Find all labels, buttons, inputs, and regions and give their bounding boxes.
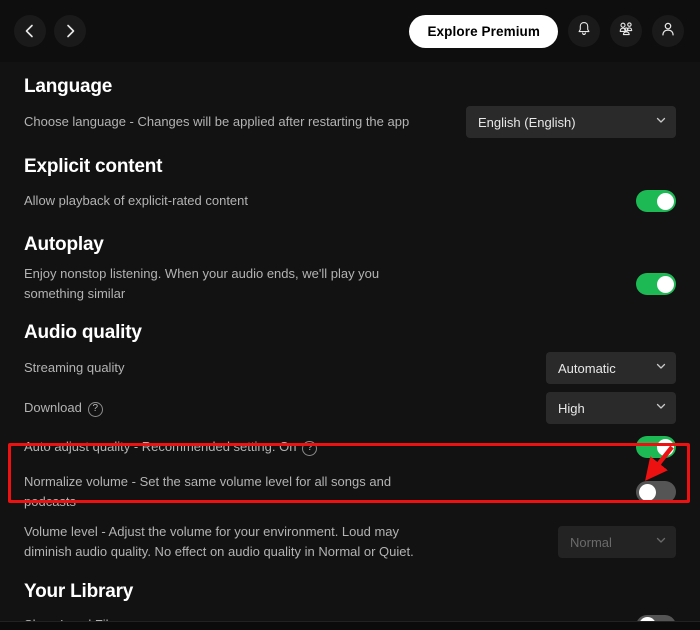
section-title-explicit-content: Explicit content <box>24 156 163 177</box>
setting-row-choose-language: Choose language - Changes will be applie… <box>24 102 676 142</box>
help-icon[interactable]: ? <box>302 440 318 456</box>
section-title-autoplay: Autoplay <box>24 234 104 255</box>
explore-premium-button[interactable]: Explore Premium <box>409 14 558 48</box>
history-nav-group <box>14 15 86 47</box>
toggle-knob <box>638 483 656 501</box>
bell-icon <box>576 21 592 42</box>
settings-content: Language Choose language - Changes will … <box>0 76 700 630</box>
friend-activity-button[interactable] <box>610 15 642 47</box>
profile-button[interactable] <box>652 15 684 47</box>
section-title-language: Language <box>24 76 113 97</box>
volume-level-label: Volume level - Adjust the volume for you… <box>24 524 414 560</box>
language-select-wrapper[interactable]: English (English) <box>466 106 676 138</box>
choose-language-label: Choose language - Changes will be applie… <box>24 113 410 129</box>
forward-button[interactable] <box>54 15 86 47</box>
topbar-actions: Explore Premium <box>409 14 684 48</box>
download-quality-select-wrapper[interactable]: High <box>546 392 676 425</box>
normalize-volume-label: Normalize volume - Set the same volume l… <box>24 474 392 510</box>
streaming-quality-select[interactable]: Automatic <box>546 352 676 385</box>
allow-explicit-label: Allow playback of explicit-rated content <box>24 192 249 208</box>
help-icon[interactable]: ? <box>87 401 103 417</box>
user-avatar-icon <box>660 21 676 42</box>
setting-row-auto-adjust-quality: Auto adjust quality - Recommended settin… <box>24 428 676 466</box>
setting-row-streaming-quality: Streaming quality Automatic <box>24 348 676 388</box>
friend-activity-icon <box>618 20 635 42</box>
setting-row-download-quality: Download ? High <box>24 388 676 428</box>
setting-row-allow-explicit: Allow playback of explicit-rated content <box>24 182 676 220</box>
bottom-bar <box>0 621 700 630</box>
top-navigation-bar: Explore Premium <box>0 0 700 62</box>
setting-row-volume-level: Volume level - Adjust the volume for you… <box>24 518 676 566</box>
allow-explicit-toggle[interactable] <box>636 190 676 212</box>
toggle-knob <box>656 275 674 293</box>
volume-level-select-wrapper[interactable]: Normal <box>558 526 676 559</box>
auto-adjust-label-group: Auto adjust quality - Recommended settin… <box>24 437 318 457</box>
notifications-button[interactable] <box>568 15 600 47</box>
chevron-left-icon <box>23 24 37 38</box>
back-button[interactable] <box>14 15 46 47</box>
toggle-knob <box>656 438 674 456</box>
section-title-audio-quality: Audio quality <box>24 322 142 344</box>
language-select[interactable]: English (English) <box>466 106 676 138</box>
setting-row-autoplay: Enjoy nonstop listening. When your audio… <box>24 260 676 308</box>
download-label: Download <box>24 400 82 416</box>
section-title-your-library: Your Library <box>24 580 134 602</box>
download-quality-select[interactable]: High <box>546 392 676 425</box>
normalize-volume-toggle[interactable] <box>636 481 676 504</box>
toggle-knob <box>656 192 674 210</box>
streaming-quality-label: Streaming quality <box>24 360 125 376</box>
autoplay-toggle[interactable] <box>636 273 676 296</box>
streaming-quality-select-wrapper[interactable]: Automatic <box>546 352 676 385</box>
setting-row-normalize-volume: Normalize volume - Set the same volume l… <box>24 466 676 518</box>
auto-adjust-toggle[interactable] <box>636 436 676 459</box>
download-label-group: Download ? <box>24 398 103 418</box>
auto-adjust-label: Auto adjust quality - Recommended settin… <box>24 439 297 455</box>
chevron-right-icon <box>63 24 77 38</box>
volume-level-select[interactable]: Normal <box>558 526 676 559</box>
autoplay-label: Enjoy nonstop listening. When your audio… <box>24 266 380 302</box>
